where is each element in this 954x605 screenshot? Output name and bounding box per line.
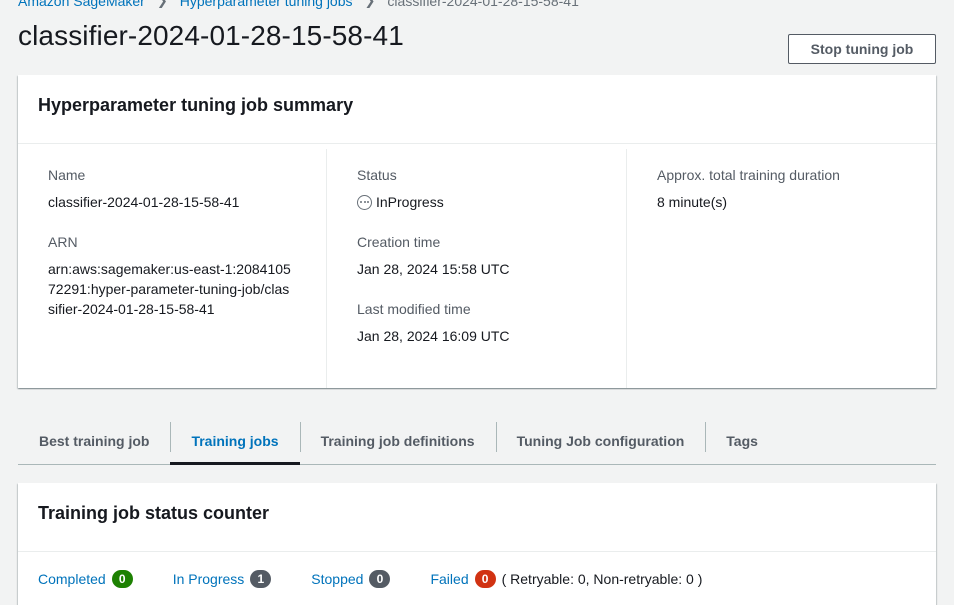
summary-heading: Hyperparameter tuning job summary	[38, 95, 354, 115]
completed-badge: 0	[111, 570, 133, 588]
status-counts: Completed 0 In Progress 1 Stopped 0 Fail…	[18, 552, 936, 605]
chevron-right-icon: ❯	[364, 0, 376, 8]
completed-link[interactable]: Completed	[38, 571, 106, 587]
creation-time-value: Jan 28, 2024 15:58 UTC	[357, 261, 510, 277]
arn-label: ARN	[48, 234, 78, 250]
status-counter-panel: Training job status counter Completed 0 …	[18, 483, 936, 605]
failed-link[interactable]: Failed	[430, 571, 468, 587]
breadcrumb: Amazon SageMaker ❯ Hyperparameter tuning…	[18, 0, 579, 9]
name-value: classifier-2024-01-28-15-58-41	[48, 194, 240, 210]
tab-bar: Best training job Training jobs Training…	[18, 418, 936, 465]
failed-badge: 0	[474, 570, 496, 588]
name-label: Name	[48, 167, 86, 183]
tab-training-jobs[interactable]: Training jobs	[170, 418, 300, 465]
count-completed: Completed 0	[38, 570, 133, 588]
summary-header: Hyperparameter tuning job summary	[18, 75, 936, 144]
tab-best-training-job[interactable]: Best training job	[18, 418, 170, 464]
arn-field: ARN arn:aws:sagemaker:us-east-1:20841057…	[48, 234, 296, 319]
status-text: InProgress	[376, 194, 444, 210]
retry-summary: ( Retryable: 0, Non-retryable: 0 )	[501, 571, 703, 587]
chevron-right-icon: ❯	[156, 0, 168, 8]
status-value: InProgress	[357, 192, 596, 212]
summary-column-3: Approx. total training duration 8 minute…	[626, 149, 926, 388]
stopped-link[interactable]: Stopped	[311, 571, 363, 587]
tab-tuning-job-configuration[interactable]: Tuning Job configuration	[495, 418, 706, 464]
in-progress-badge: 1	[250, 570, 272, 588]
count-failed: Failed 0 ( Retryable: 0, Non-retryable: …	[430, 570, 702, 588]
tab-tags[interactable]: Tags	[705, 418, 779, 464]
breadcrumb-sagemaker[interactable]: Amazon SageMaker	[18, 0, 145, 9]
in-progress-icon	[357, 194, 372, 210]
arn-value: arn:aws:sagemaker:us-east-1:208410572291…	[48, 261, 291, 317]
duration-field: Approx. total training duration 8 minute…	[657, 167, 896, 212]
creation-time-field: Creation time Jan 28, 2024 15:58 UTC	[357, 234, 596, 279]
duration-label: Approx. total training duration	[657, 167, 840, 183]
last-modified-label: Last modified time	[357, 301, 471, 317]
duration-value: 8 minute(s)	[657, 194, 728, 210]
count-stopped: Stopped 0	[311, 570, 391, 588]
tab-training-job-definitions[interactable]: Training job definitions	[299, 418, 496, 464]
status-counter-heading: Training job status counter	[38, 503, 270, 523]
summary-column-2: Status InProgress Creation time Jan 28, …	[326, 149, 626, 388]
creation-time-label: Creation time	[357, 234, 441, 250]
last-modified-value: Jan 28, 2024 16:09 UTC	[357, 328, 510, 344]
last-modified-field: Last modified time Jan 28, 2024 16:09 UT…	[357, 301, 596, 346]
summary-panel: Hyperparameter tuning job summary Name c…	[18, 75, 936, 388]
count-in-progress: In Progress 1	[173, 570, 272, 588]
stop-tuning-job-button[interactable]: Stop tuning job	[788, 34, 936, 64]
status-field: Status InProgress	[357, 167, 596, 212]
breadcrumb-tuning-jobs[interactable]: Hyperparameter tuning jobs	[180, 0, 353, 9]
status-label: Status	[357, 167, 397, 183]
breadcrumb-current: classifier-2024-01-28-15-58-41	[387, 0, 579, 9]
in-progress-link[interactable]: In Progress	[173, 571, 245, 587]
summary-columns: Name classifier-2024-01-28-15-58-41 ARN …	[18, 144, 936, 388]
summary-column-1: Name classifier-2024-01-28-15-58-41 ARN …	[18, 149, 326, 388]
page-title: classifier-2024-01-28-15-58-41	[18, 20, 404, 51]
name-field: Name classifier-2024-01-28-15-58-41	[48, 167, 296, 212]
stopped-badge: 0	[369, 570, 391, 588]
status-counter-header: Training job status counter	[18, 483, 936, 552]
